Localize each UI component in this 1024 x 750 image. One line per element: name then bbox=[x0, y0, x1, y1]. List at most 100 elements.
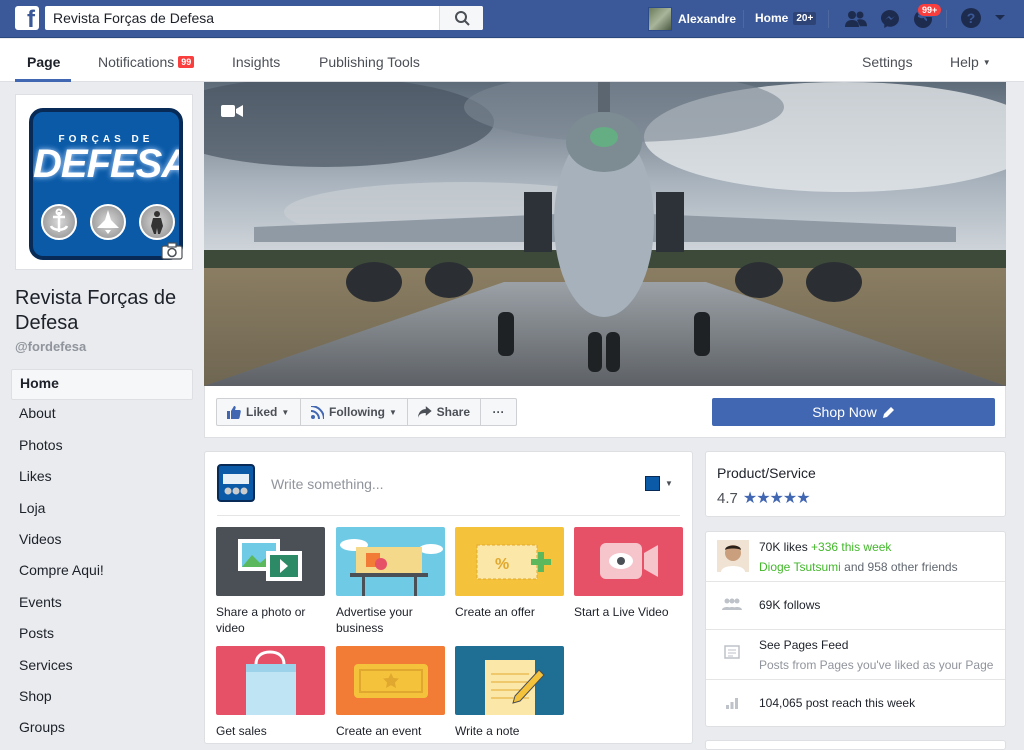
tab-publishing-tools[interactable]: Publishing Tools bbox=[319, 54, 420, 70]
pages-feed-icon bbox=[724, 645, 740, 659]
sidebar-item-compre-aqui[interactable]: Compre Aqui! bbox=[11, 557, 193, 588]
tab-notifications[interactable]: Notifications 99 bbox=[98, 54, 195, 70]
divider bbox=[706, 629, 1005, 630]
divider bbox=[828, 10, 829, 28]
more-options-icon: ··· bbox=[492, 405, 505, 419]
rating-stars-icon: ★★★★★ bbox=[742, 490, 811, 507]
tile-label: Share a photo or video bbox=[216, 605, 306, 635]
rss-following-icon bbox=[311, 405, 324, 419]
divider bbox=[706, 581, 1005, 582]
facebook-logo-icon[interactable]: f bbox=[15, 6, 39, 30]
advertise-business-tile[interactable]: Advertise your business bbox=[336, 527, 445, 636]
soldier-emblem-icon bbox=[139, 204, 175, 240]
cover-photo[interactable] bbox=[204, 82, 1006, 386]
sidebar-item-loja[interactable]: Loja bbox=[11, 495, 193, 526]
pages-feed-link[interactable]: See Pages Feed bbox=[759, 638, 848, 652]
profile-picture[interactable]: FORÇAS DE DEFESA bbox=[15, 94, 193, 270]
top-navigation-bar: f Alexandre Home 20+ 99+ ? bbox=[0, 0, 1024, 38]
help-chevron-icon: ▼ bbox=[982, 58, 991, 67]
tab-insights[interactable]: Insights bbox=[232, 54, 280, 70]
sidebar-item-services[interactable]: Services bbox=[11, 652, 193, 683]
profile-link[interactable]: Alexandre bbox=[648, 6, 736, 32]
tile-label: Create an event bbox=[336, 724, 422, 738]
write-note-tile[interactable]: Write a note bbox=[455, 646, 564, 739]
likes-weekly-delta: +336 this week bbox=[811, 540, 892, 554]
help-menu[interactable]: Help ▼ bbox=[950, 54, 991, 70]
messenger-icon[interactable] bbox=[879, 8, 901, 30]
friend-avatar[interactable] bbox=[717, 540, 749, 572]
likes-summary: 70K likes +336 this week bbox=[759, 540, 891, 554]
search-box bbox=[45, 6, 483, 30]
following-chevron-icon: ▼ bbox=[389, 407, 397, 417]
sidebar-item-home[interactable]: Home bbox=[11, 369, 193, 401]
share-arrow-icon bbox=[418, 406, 432, 418]
friend-requests-icon[interactable] bbox=[844, 9, 868, 29]
share-label: Share bbox=[436, 405, 470, 419]
more-options-button[interactable]: ··· bbox=[480, 398, 517, 426]
create-offer-tile[interactable]: % Create an offer bbox=[455, 527, 564, 620]
tile-label: Create an offer bbox=[455, 605, 535, 619]
tile-label: Advertise your business bbox=[336, 605, 413, 635]
profile-picture-frame: FORÇAS DE DEFESA bbox=[21, 100, 187, 264]
sidebar-item-posts[interactable]: Posts bbox=[11, 620, 193, 651]
svg-text:%: % bbox=[495, 556, 509, 573]
friends-rest[interactable]: and 958 other friends bbox=[844, 560, 957, 574]
notepad-pencil-icon bbox=[455, 646, 564, 715]
page-rating[interactable]: 4.7 ★★★★★ bbox=[717, 488, 811, 508]
page-category[interactable]: Product/Service bbox=[717, 465, 816, 481]
friends-who-like: Dioge Tsutsumi and 958 other friends bbox=[759, 560, 958, 574]
page-username[interactable]: @fordefesa bbox=[15, 339, 86, 354]
friend-name-link[interactable]: Dioge Tsutsumi bbox=[759, 560, 841, 574]
following-button[interactable]: Following ▼ bbox=[300, 398, 408, 426]
sidebar-item-likes[interactable]: Likes bbox=[11, 463, 193, 494]
post-as-avatar-icon bbox=[645, 476, 660, 491]
notifications-count-badge: 99 bbox=[178, 56, 195, 68]
help-icon[interactable]: ? bbox=[960, 7, 982, 29]
post-reach[interactable]: 104,065 post reach this week bbox=[759, 696, 915, 710]
follows-people-icon bbox=[722, 598, 742, 610]
create-event-tile[interactable]: Create an event bbox=[336, 646, 445, 739]
sidebar-item-groups[interactable]: Groups bbox=[11, 714, 193, 745]
search-input[interactable] bbox=[45, 6, 435, 30]
event-ticket-icon bbox=[336, 646, 445, 715]
sidebar-item-videos[interactable]: Videos bbox=[11, 526, 193, 557]
tab-page[interactable]: Page bbox=[27, 54, 60, 70]
divider bbox=[743, 10, 744, 28]
active-tab-indicator bbox=[15, 79, 71, 82]
sidebar-item-photos[interactable]: Photos bbox=[11, 432, 193, 463]
page-tabs-bar: Page Notifications 99 Insights Publishing… bbox=[0, 39, 1024, 82]
home-link[interactable]: Home 20+ bbox=[755, 11, 817, 25]
liked-chevron-icon: ▼ bbox=[281, 407, 290, 417]
post-as-selector[interactable]: ▼ bbox=[645, 476, 673, 491]
write-something-input[interactable]: Write something... bbox=[271, 476, 384, 492]
page-avatar-icon bbox=[217, 464, 255, 502]
account-menu-chevron-icon[interactable] bbox=[994, 14, 1006, 22]
pencil-edit-icon[interactable] bbox=[882, 406, 895, 418]
sidebar-item-events[interactable]: Events bbox=[11, 589, 193, 620]
pages-feed-description: Posts from Pages you've liked as your Pa… bbox=[759, 658, 994, 672]
divider bbox=[217, 515, 680, 516]
search-button[interactable] bbox=[439, 6, 483, 30]
jet-emblem-icon bbox=[90, 204, 126, 240]
post-as-chevron-icon: ▼ bbox=[665, 479, 673, 488]
user-name: Alexandre bbox=[678, 12, 737, 26]
follows-count[interactable]: 69K follows bbox=[759, 598, 820, 612]
help-label: Help bbox=[950, 54, 979, 70]
shop-now-button[interactable]: Shop Now bbox=[712, 398, 995, 426]
thumbs-up-icon bbox=[227, 405, 241, 419]
get-sales-tile[interactable]: Get sales bbox=[216, 646, 325, 739]
next-card bbox=[705, 740, 1006, 750]
reach-bar-chart-icon bbox=[726, 698, 738, 709]
search-icon bbox=[455, 11, 470, 26]
settings-link[interactable]: Settings bbox=[862, 54, 913, 70]
start-live-video-tile[interactable]: Start a Live Video bbox=[574, 527, 683, 620]
likes-count[interactable]: 70K likes bbox=[759, 540, 808, 554]
share-button[interactable]: Share bbox=[407, 398, 481, 426]
sidebar-item-about[interactable]: About bbox=[11, 400, 193, 431]
camera-icon[interactable] bbox=[161, 242, 183, 260]
notifications-badge: 99+ bbox=[917, 3, 943, 17]
divider bbox=[946, 10, 947, 28]
sidebar-item-shop[interactable]: Shop bbox=[11, 683, 193, 714]
share-photo-video-tile[interactable]: Share a photo or video bbox=[216, 527, 325, 636]
liked-button[interactable]: Liked ▼ bbox=[216, 398, 301, 426]
